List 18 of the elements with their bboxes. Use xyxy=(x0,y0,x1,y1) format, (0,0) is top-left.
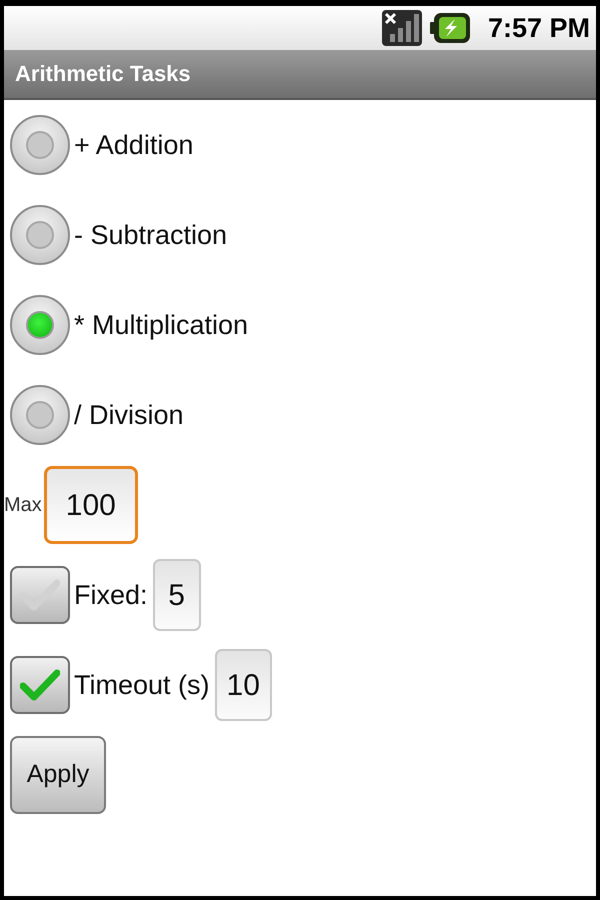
radio-label[interactable]: / Division xyxy=(74,402,184,428)
max-input-field[interactable]: 100 xyxy=(44,466,138,544)
checkbox[interactable] xyxy=(10,656,70,714)
checkbox-label[interactable]: Timeout (s) xyxy=(74,672,210,698)
charging-battery-icon xyxy=(430,13,470,43)
clock-time: 7:57 PM xyxy=(488,14,590,42)
number-input-field[interactable]: 10 xyxy=(214,649,272,721)
checkbox-label[interactable]: Fixed: xyxy=(74,582,148,608)
radio-label[interactable]: - Subtraction xyxy=(74,222,228,248)
radio-label[interactable]: * Multiplication xyxy=(74,312,248,338)
number-input-field[interactable]: 5 xyxy=(152,559,201,631)
max-label: Max xyxy=(4,495,42,515)
checkbox[interactable] xyxy=(10,566,70,624)
app-title: Arithmetic Tasks xyxy=(15,63,191,85)
apply-button[interactable]: Apply xyxy=(10,736,106,814)
radio-label[interactable]: + Addition xyxy=(74,132,194,158)
checkmark-icon xyxy=(20,669,60,701)
no-signal-icon xyxy=(382,10,422,46)
